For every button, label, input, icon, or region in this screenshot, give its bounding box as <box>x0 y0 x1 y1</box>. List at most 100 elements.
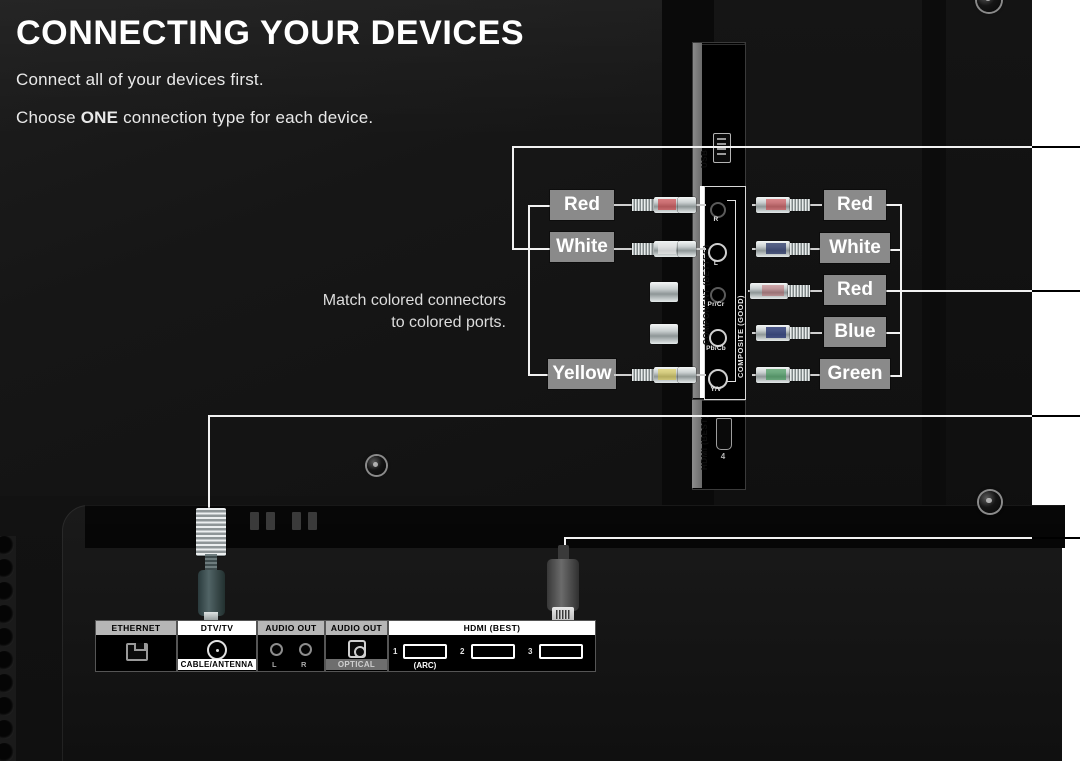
audio-out-right-label: R <box>301 660 307 669</box>
io-head-audio-out-analog: AUDIO OUT <box>258 621 324 635</box>
chip-right-green: Green <box>820 359 890 389</box>
rca-plug-right-red <box>752 194 822 216</box>
coax-cable <box>196 508 226 620</box>
callout-bracket-left-stem <box>512 206 514 249</box>
speaker-hole <box>0 559 14 578</box>
coax-antenna-port[interactable] <box>207 640 227 660</box>
hdmi-port-3[interactable] <box>539 644 583 659</box>
shelf-tab-3 <box>292 512 301 530</box>
io-cell-audio-out-optical: AUDIO OUT OPTICAL <box>325 620 388 672</box>
hdmi-connector-body <box>547 559 579 611</box>
chip-right-white: White <box>820 233 890 263</box>
coax-ferrule <box>204 612 218 620</box>
speaker-grille <box>0 536 16 761</box>
screenshot-root: CONNECTING YOUR DEVICES Connect all of y… <box>0 0 1080 761</box>
io-cell-dtv-tv: DTV/TV CABLE/ANTENNA <box>177 620 257 672</box>
page-title: CONNECTING YOUR DEVICES <box>16 14 525 52</box>
subtitle-line-1: Connect all of your devices first. <box>16 70 264 89</box>
speaker-hole <box>0 720 14 739</box>
rca-plug-left-yellow <box>614 364 706 386</box>
side-port-pb-cb-label: Pb/Cb <box>706 345 726 352</box>
shelf-tab-1 <box>250 512 259 530</box>
callout-line-usb-white-field <box>1032 146 1080 148</box>
hdmi-port-1[interactable] <box>403 644 447 659</box>
ethernet-port[interactable] <box>126 643 148 661</box>
hdmi-port-2[interactable] <box>471 644 515 659</box>
chip-right-red: Red <box>824 190 886 220</box>
side-port-l-label: L <box>713 260 719 267</box>
chip-right-blue: Blue <box>824 317 886 347</box>
rca-barrel-loose-1 <box>650 282 680 304</box>
subtitle-line-2-after: connection type for each device. <box>118 108 374 127</box>
callout-line-hdmi-bottom <box>564 537 1032 539</box>
rca-plug-right-green <box>752 364 822 386</box>
callout-line-hdmi4-white-field <box>1032 415 1080 417</box>
usb-label: USB <box>700 149 709 168</box>
match-colors-note-line-1: Match colored connectors <box>322 292 506 309</box>
callout-line-usb <box>512 146 1032 148</box>
audio-out-right-port[interactable] <box>299 643 312 656</box>
io-cell-ethernet: ETHERNET <box>95 620 177 672</box>
speaker-hole <box>0 536 14 555</box>
hdmi-number-2: 2 <box>460 647 465 656</box>
speaker-hole <box>0 605 14 624</box>
side-port-r-label: R <box>713 216 719 223</box>
side-hdmi-port-number: 4 <box>720 452 726 461</box>
shelf-tab-2 <box>266 512 275 530</box>
io-head-ethernet: ETHERNET <box>96 621 176 635</box>
match-colors-note: Match colored connectors to colored port… <box>254 290 506 334</box>
speaker-hole <box>0 582 14 601</box>
callout-line-hdmi4 <box>208 415 1032 417</box>
screw-right-lower <box>979 491 1001 513</box>
hdmi-arc-label: (ARC) <box>413 661 437 670</box>
rca-plug-right-white <box>752 238 822 260</box>
composite-good-label: COMPOSITE (GOOD) <box>736 295 745 378</box>
callout-line-component-white-field <box>1032 290 1080 292</box>
match-colors-note-line-2: to colored ports. <box>391 314 506 331</box>
usb-port-icon <box>713 133 731 163</box>
side-hdmi-label: HDMI (BEST) <box>700 415 709 470</box>
side-hdmi-port-icon[interactable] <box>716 418 732 450</box>
io-head-hdmi: HDMI (BEST) <box>389 621 595 635</box>
composite-bracket <box>727 200 736 382</box>
io-cell-audio-out-analog: AUDIO OUT L R <box>257 620 325 672</box>
speaker-hole <box>0 697 14 716</box>
speaker-hole <box>0 628 14 647</box>
coax-threaded-sleeve <box>196 508 226 556</box>
io-foot-cable-antenna: CABLE/ANTENNA <box>178 659 256 670</box>
rca-plug-right-red-2 <box>748 280 822 302</box>
audio-out-left-port[interactable] <box>270 643 283 656</box>
speaker-hole <box>0 651 14 670</box>
hdmi-cable <box>547 545 579 623</box>
rca-plug-right-blue <box>752 322 822 344</box>
chip-left-yellow: Yellow <box>548 359 616 389</box>
chip-left-red: Red <box>550 190 614 220</box>
io-cell-hdmi: HDMI (BEST) 1 2 3 (ARC) <box>388 620 596 672</box>
hdmi-number-1: 1 <box>393 647 398 656</box>
io-head-dtv-tv: DTV/TV <box>178 621 256 635</box>
callout-bracket-right-blue <box>886 332 902 334</box>
subtitle-emphasis: ONE <box>80 108 119 127</box>
subtitle-line-2: Choose ONE connection type for each devi… <box>16 108 373 128</box>
callout-bracket-left-vertical <box>528 205 530 375</box>
subtitle-line-2-before: Choose <box>16 108 81 127</box>
rca-plug-left-white <box>614 238 706 260</box>
optical-audio-port[interactable] <box>348 640 366 658</box>
coax-connector-body <box>198 570 225 616</box>
callout-line-hdmi-bottom-white-field <box>1032 537 1080 539</box>
io-foot-optical: OPTICAL <box>326 659 387 670</box>
callout-line-component <box>886 290 1032 292</box>
bottom-io-panel: ETHERNET DTV/TV CABLE/ANTENNA AUDIO OUT … <box>95 620 596 672</box>
rca-plug-left-red <box>614 194 706 216</box>
io-head-audio-out-optical: AUDIO OUT <box>326 621 387 635</box>
speaker-hole <box>0 743 14 761</box>
shelf-tab-4 <box>308 512 317 530</box>
callout-bracket-right-top <box>886 204 902 206</box>
audio-out-left-label: L <box>272 660 277 669</box>
callout-line-usb-drop <box>512 146 514 206</box>
chip-left-white: White <box>550 232 614 262</box>
speaker-hole <box>0 674 14 693</box>
side-port-pr-cr-label: Pr/Cr <box>707 301 725 308</box>
chip-right-red-2: Red <box>824 275 886 305</box>
screw-center <box>367 456 386 475</box>
